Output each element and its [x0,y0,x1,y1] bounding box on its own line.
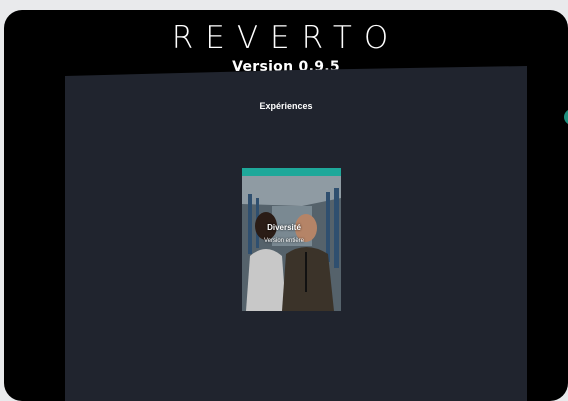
card-accent-bar [242,168,341,176]
card-title: Diversité [267,223,301,232]
vr-viewport: REVERTO Version 0.9.5 Expériences [4,10,568,401]
card-subtitle: Version entière [263,238,305,244]
panel-title: Expériences [259,101,313,111]
navigation-indicator[interactable] [564,109,568,125]
reverto-logo: REVERTO [171,20,401,56]
